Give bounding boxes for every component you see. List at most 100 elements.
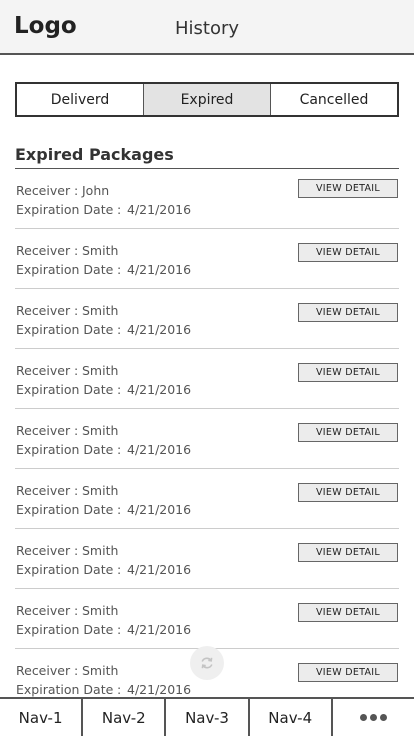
expiration-separator: : [117,562,122,577]
receiver-line: Receiver: Smith [16,303,118,318]
tab-expired[interactable]: Expired [143,84,270,115]
expiration-label: Expiration Date [16,502,114,517]
expiration-line: Expiration Date:4/21/2016 [16,502,191,517]
expiration-line: Expiration Date:4/21/2016 [16,562,191,577]
expiration-value: 4/21/2016 [127,382,192,397]
receiver-line: Receiver: Smith [16,423,118,438]
expiration-label: Expiration Date [16,322,114,337]
section-title: Expired Packages [15,145,174,164]
expiration-label: Expiration Date [16,562,114,577]
expiration-value: 4/21/2016 [127,502,192,517]
expiration-value: 4/21/2016 [127,622,192,637]
receiver-separator: : [74,663,79,678]
expiration-line: Expiration Date:4/21/2016 [16,322,191,337]
receiver-value: Smith [82,543,119,558]
receiver-separator: : [74,303,79,318]
receiver-separator: : [74,423,79,438]
view-detail-button[interactable]: VIEW DETAIL [298,179,398,198]
receiver-line: Receiver: Smith [16,663,118,678]
expiration-value: 4/21/2016 [127,262,192,277]
receiver-separator: : [74,183,79,198]
package-row: Receiver: Smith Expiration Date:4/21/2016 V… [0,349,414,409]
more-dots-icon [359,714,387,721]
expiration-separator: : [117,502,122,517]
bottom-nav: Nav-1 Nav-2 Nav-3 Nav-4 [0,697,414,736]
receiver-line: Receiver: Smith [16,543,118,558]
receiver-value: Smith [82,363,119,378]
receiver-value: Smith [82,303,119,318]
package-row: Receiver: Smith Expiration Date:4/21/2016 V… [0,529,414,589]
receiver-label: Receiver [16,663,71,678]
logo[interactable]: Logo [14,13,77,39]
receiver-separator: : [74,543,79,558]
app-header: Logo History [0,0,414,55]
expiration-value: 4/21/2016 [127,562,192,577]
package-row: Receiver: Smith Expiration Date:4/21/2016 V… [0,229,414,289]
receiver-line: Receiver: Smith [16,243,118,258]
expiration-label: Expiration Date [16,382,114,397]
view-detail-button[interactable]: VIEW DETAIL [298,243,398,262]
more-button[interactable] [330,699,414,736]
receiver-value: Smith [82,243,119,258]
expiration-label: Expiration Date [16,262,114,277]
expiration-separator: : [117,622,122,637]
receiver-label: Receiver [16,603,71,618]
expiration-label: Expiration Date [16,442,114,457]
receiver-value: John [82,183,110,198]
expiration-value: 4/21/2016 [127,442,192,457]
expiration-separator: : [117,382,122,397]
expiration-value: 4/21/2016 [127,322,192,337]
expiration-line: Expiration Date:4/21/2016 [16,622,191,637]
tab-cancelled[interactable]: Cancelled [270,84,397,115]
expiration-separator: : [117,202,122,217]
expiration-line: Expiration Date:4/21/2016 [16,682,191,697]
expiration-line: Expiration Date:4/21/2016 [16,382,191,397]
receiver-separator: : [74,483,79,498]
expiration-separator: : [117,322,122,337]
nav-item-4[interactable]: Nav-4 [247,699,331,736]
receiver-separator: : [74,243,79,258]
receiver-value: Smith [82,663,119,678]
page-title: History [175,18,240,39]
receiver-label: Receiver [16,543,71,558]
status-tabs: Deliverd Expired Cancelled [15,82,399,117]
receiver-value: Smith [82,483,119,498]
expiration-line: Expiration Date:4/21/2016 [16,202,191,217]
package-row: Receiver: Smith Expiration Date:4/21/2016 V… [0,289,414,349]
receiver-label: Receiver [16,483,71,498]
view-detail-button[interactable]: VIEW DETAIL [298,483,398,502]
receiver-label: Receiver [16,303,71,318]
refresh-icon [190,646,224,680]
expiration-separator: : [117,682,122,697]
package-row: Receiver: Smith Expiration Date:4/21/2016 V… [0,409,414,469]
view-detail-button[interactable]: VIEW DETAIL [298,363,398,382]
expiration-line: Expiration Date:4/21/2016 [16,442,191,457]
package-row: Receiver: John Expiration Date:4/21/2016 VI… [0,169,414,229]
view-detail-button[interactable]: VIEW DETAIL [298,543,398,562]
receiver-line: Receiver: John [16,183,109,198]
receiver-value: Smith [82,603,119,618]
expiration-label: Expiration Date [16,682,114,697]
receiver-separator: : [74,363,79,378]
receiver-label: Receiver [16,183,71,198]
expiration-separator: : [117,442,122,457]
expiration-value: 4/21/2016 [127,202,192,217]
tab-delivered[interactable]: Deliverd [17,84,143,115]
receiver-separator: : [74,603,79,618]
view-detail-button[interactable]: VIEW DETAIL [298,603,398,622]
receiver-line: Receiver: Smith [16,363,118,378]
expiration-value: 4/21/2016 [127,682,192,697]
expiration-separator: : [117,262,122,277]
nav-item-1[interactable]: Nav-1 [0,699,81,736]
nav-item-3[interactable]: Nav-3 [164,699,247,736]
view-detail-button[interactable]: VIEW DETAIL [298,303,398,322]
package-row: Receiver: Smith Expiration Date:4/21/2016 V… [0,589,414,649]
expiration-line: Expiration Date:4/21/2016 [16,262,191,277]
receiver-label: Receiver [16,423,71,438]
view-detail-button[interactable]: VIEW DETAIL [298,423,398,442]
nav-item-2[interactable]: Nav-2 [81,699,164,736]
receiver-value: Smith [82,423,119,438]
package-list[interactable]: Receiver: John Expiration Date:4/21/2016 VI… [0,169,414,697]
view-detail-button[interactable]: VIEW DETAIL [298,663,398,682]
package-row: Receiver: Smith Expiration Date:4/21/2016 V… [0,469,414,529]
